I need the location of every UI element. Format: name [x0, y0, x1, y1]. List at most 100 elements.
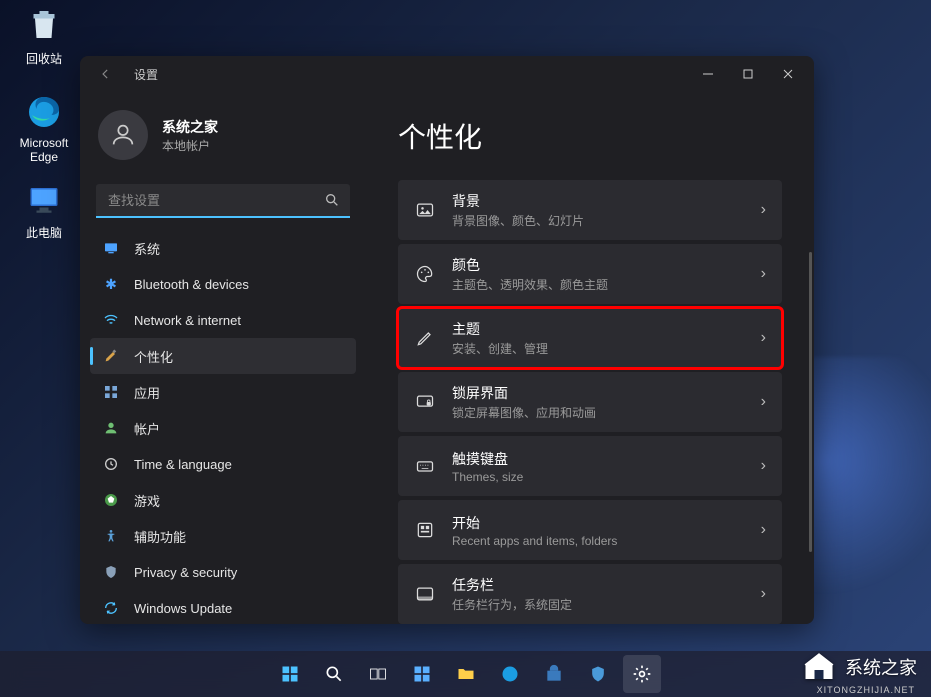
back-button[interactable]	[92, 60, 120, 88]
desktop-icon-label: Edge	[12, 150, 76, 164]
card-lockscreen[interactable]: 锁屏界面锁定屏幕图像、应用和动画 ›	[398, 372, 782, 432]
apps-icon	[102, 383, 120, 401]
bluetooth-icon: ✱	[102, 275, 120, 293]
tb-store[interactable]	[535, 655, 573, 693]
wifi-icon	[102, 311, 120, 329]
chevron-right-icon: ›	[761, 265, 766, 283]
tb-settings[interactable]	[623, 655, 661, 693]
chevron-right-icon: ›	[761, 393, 766, 411]
desktop-icon-label: 回收站	[12, 50, 76, 67]
nav-label: 辅助功能	[134, 527, 186, 546]
shield-icon	[102, 563, 120, 581]
maximize-button[interactable]	[728, 60, 768, 88]
watermark-sub: XITONGZHIJIA.NET	[817, 685, 915, 695]
card-themes[interactable]: 主题安装、创建、管理 ›	[398, 308, 782, 368]
tb-edge[interactable]	[491, 655, 529, 693]
nav-label: Bluetooth & devices	[134, 277, 249, 292]
keyboard-icon	[414, 455, 436, 477]
nav-accessibility[interactable]: 辅助功能	[90, 518, 356, 554]
card-sub: 背景图像、颜色、幻灯片	[452, 212, 745, 229]
nav-label: Time & language	[134, 457, 232, 472]
card-sub: Recent apps and items, folders	[452, 534, 745, 548]
titlebar[interactable]: 设置	[80, 56, 814, 92]
card-background[interactable]: 背景背景图像、颜色、幻灯片 ›	[398, 180, 782, 240]
chevron-right-icon: ›	[761, 585, 766, 603]
nav-label: 系统	[134, 239, 160, 258]
nav-label: 应用	[134, 383, 160, 402]
lock-screen-icon	[414, 391, 436, 413]
recycle-bin-icon	[24, 6, 64, 46]
nav-update[interactable]: Windows Update	[90, 590, 356, 624]
page-title: 个性化	[398, 116, 790, 156]
nav-network[interactable]: Network & internet	[90, 302, 356, 338]
update-icon	[102, 599, 120, 617]
profile[interactable]: 系统之家 本地帐户	[90, 104, 356, 178]
sidebar: 系统之家 本地帐户 系统 ✱	[80, 92, 366, 624]
content: 个性化 背景背景图像、颜色、幻灯片 › 颜色主题色、透明效果、颜色主题 ›	[366, 92, 814, 624]
clock-icon	[102, 455, 120, 473]
card-title: 主题	[452, 319, 745, 339]
card-title: 触摸键盘	[452, 449, 745, 469]
nav-accounts[interactable]: 帐户	[90, 410, 356, 446]
window-title: 设置	[134, 66, 158, 83]
account-icon	[102, 419, 120, 437]
nav-system[interactable]: 系统	[90, 230, 356, 266]
gaming-icon	[102, 491, 120, 509]
minimize-button[interactable]	[688, 60, 728, 88]
card-title: 开始	[452, 513, 745, 533]
nav-bluetooth[interactable]: ✱ Bluetooth & devices	[90, 266, 356, 302]
tb-start[interactable]	[271, 655, 309, 693]
chevron-right-icon: ›	[761, 521, 766, 539]
desktop-this-pc[interactable]: 此电脑	[12, 180, 76, 241]
desktop-icon-label: Microsoft	[12, 136, 76, 150]
desktop-icon-label: 此电脑	[12, 224, 76, 241]
edge-icon	[24, 92, 64, 132]
tb-taskview[interactable]	[359, 655, 397, 693]
nav-label: Windows Update	[134, 601, 232, 616]
brush-icon	[102, 347, 120, 365]
card-title: 任务栏	[452, 575, 745, 595]
system-icon	[102, 239, 120, 257]
close-button[interactable]	[768, 60, 808, 88]
settings-window: 设置 系统之家 本地帐户	[80, 56, 814, 624]
chevron-right-icon: ›	[761, 201, 766, 219]
card-taskbar[interactable]: 任务栏任务栏行为，系统固定 ›	[398, 564, 782, 624]
desktop-edge[interactable]: Microsoft Edge	[12, 92, 76, 164]
nav: 系统 ✱ Bluetooth & devices Network & inter…	[90, 230, 356, 624]
search-input[interactable]	[96, 184, 350, 218]
profile-name: 系统之家	[162, 117, 218, 137]
card-title: 颜色	[452, 255, 745, 275]
nav-time[interactable]: Time & language	[90, 446, 356, 482]
desktop-recycle-bin[interactable]: 回收站	[12, 6, 76, 67]
taskbar	[0, 651, 931, 697]
taskbar-icon	[414, 583, 436, 605]
chevron-right-icon: ›	[761, 329, 766, 347]
card-sub: 主题色、透明效果、颜色主题	[452, 276, 745, 293]
profile-sub: 本地帐户	[162, 137, 218, 154]
nav-label: Network & internet	[134, 313, 241, 328]
card-sub: 任务栏行为，系统固定	[452, 596, 745, 613]
card-touch-keyboard[interactable]: 触摸键盘Themes, size ›	[398, 436, 782, 496]
card-colors[interactable]: 颜色主题色、透明效果、颜色主题 ›	[398, 244, 782, 304]
tb-security[interactable]	[579, 655, 617, 693]
nav-personalization[interactable]: 个性化	[90, 338, 356, 374]
pen-icon	[414, 327, 436, 349]
card-sub: 锁定屏幕图像、应用和动画	[452, 404, 745, 421]
nav-privacy[interactable]: Privacy & security	[90, 554, 356, 590]
card-sub: 安装、创建、管理	[452, 340, 745, 357]
card-sub: Themes, size	[452, 470, 745, 484]
card-start[interactable]: 开始Recent apps and items, folders ›	[398, 500, 782, 560]
nav-label: 帐户	[134, 419, 160, 438]
search-icon	[324, 192, 340, 213]
tb-search[interactable]	[315, 655, 353, 693]
nav-apps[interactable]: 应用	[90, 374, 356, 410]
tb-widgets[interactable]	[403, 655, 441, 693]
card-title: 锁屏界面	[452, 383, 745, 403]
tb-explorer[interactable]	[447, 655, 485, 693]
search-box[interactable]	[96, 184, 350, 218]
nav-label: 个性化	[134, 347, 173, 366]
palette-icon	[414, 263, 436, 285]
scrollbar[interactable]	[809, 252, 812, 552]
nav-gaming[interactable]: 游戏	[90, 482, 356, 518]
nav-label: 游戏	[134, 491, 160, 510]
